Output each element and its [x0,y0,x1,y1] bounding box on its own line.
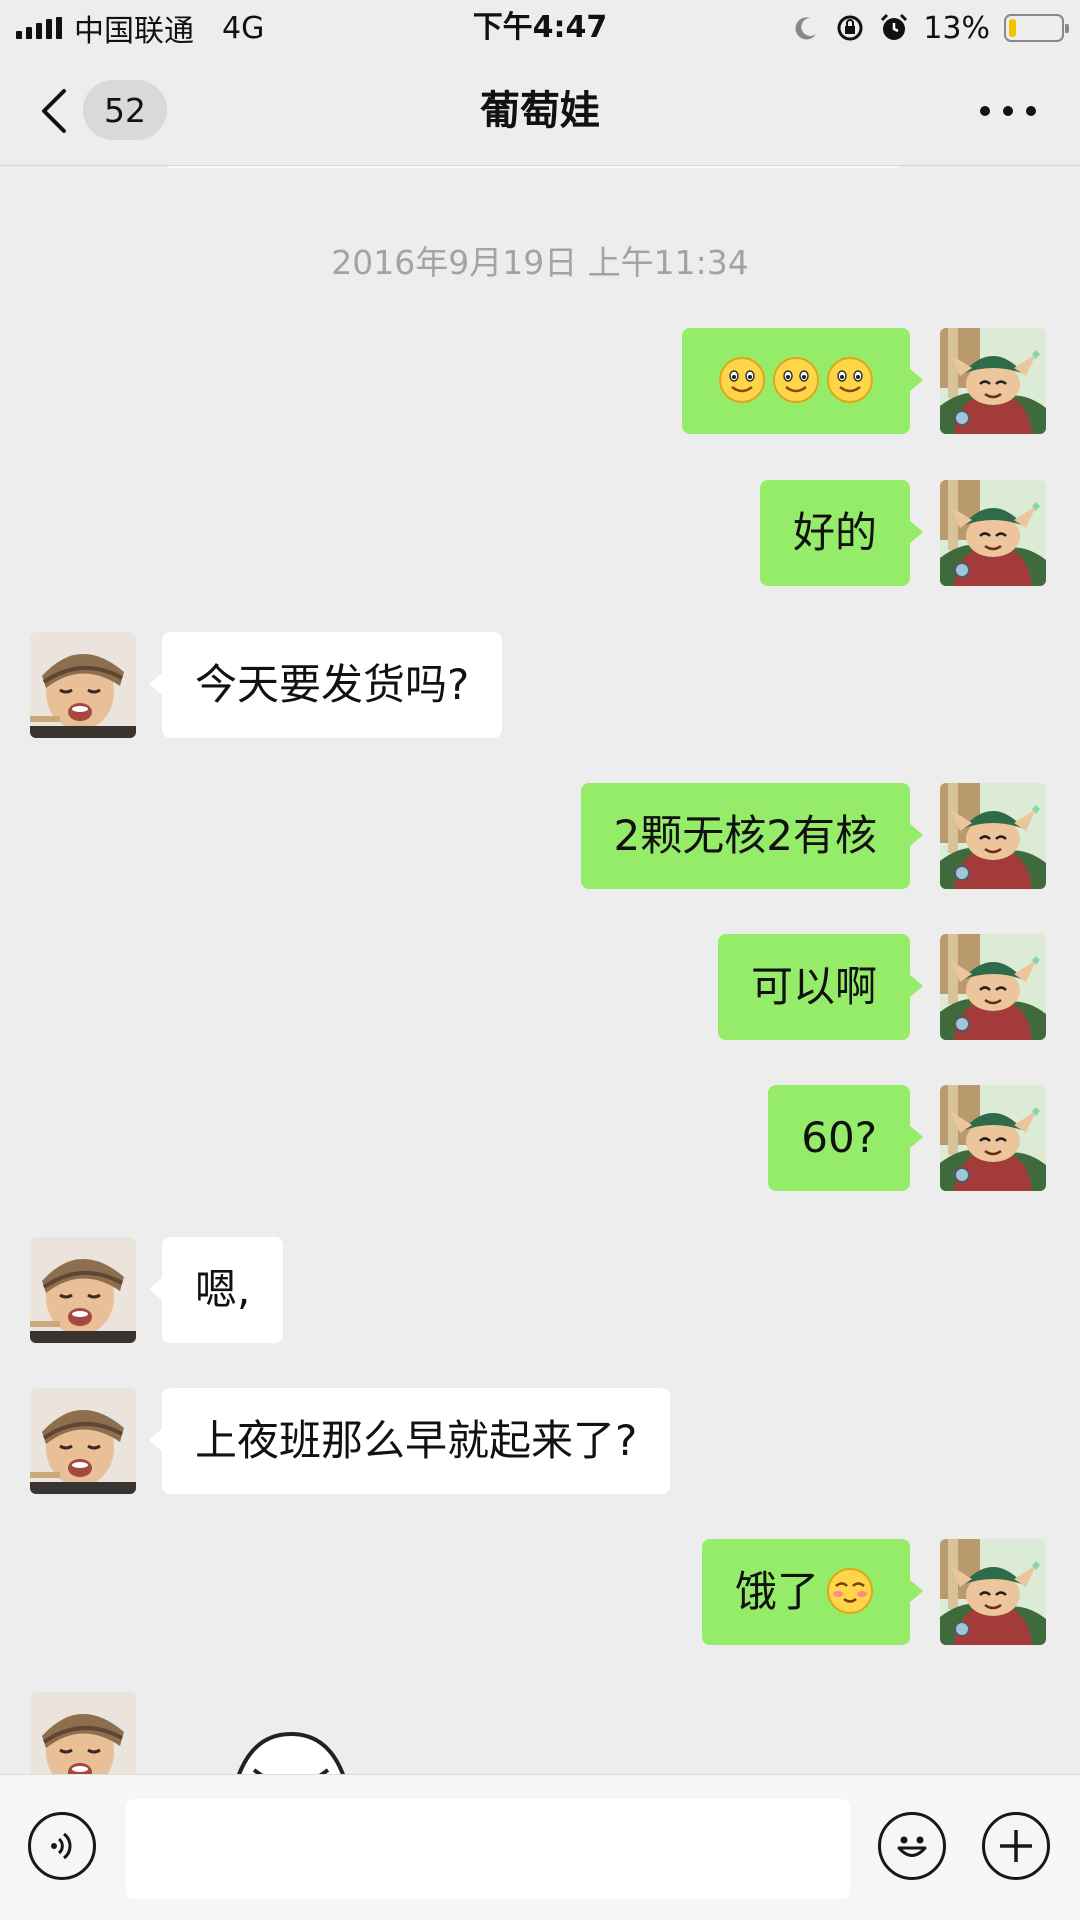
smile-emoji-icon [771,355,821,405]
emoji-button[interactable] [878,1812,946,1880]
message-bubble[interactable]: 嗯, [148,1237,284,1343]
more-icon-dot [1026,106,1036,116]
input-bar [0,1774,1080,1920]
rotation-lock-icon [835,13,865,43]
message-bubble[interactable]: 2颗无核2有核 [580,783,924,889]
message-bubble[interactable] [682,328,923,434]
contact-avatar[interactable] [30,1692,136,1774]
self-avatar[interactable] [940,1085,1046,1191]
message-bubble[interactable]: 好的 [759,480,924,586]
self-avatar[interactable] [940,328,1046,434]
more-icon-dot [1003,106,1013,116]
message-text: 饿了 [734,1567,819,1616]
voice-icon [51,1832,72,1860]
blush-emoji-icon [825,1566,875,1616]
status-bar: 中国联通 4G 下午4:47 13% [0,0,1080,56]
self-avatar[interactable] [940,783,1046,889]
smile-emoji-icon [825,355,875,405]
battery-icon [1004,14,1069,42]
message-bubble[interactable]: 可以啊 [717,934,924,1040]
contact-avatar[interactable] [30,1388,136,1494]
more-button[interactable] [980,82,1036,140]
battery-level-fill [1009,19,1016,37]
laughing-ghost-sticker-icon[interactable] [218,1710,364,1774]
more-icon [980,106,990,116]
contact-avatar[interactable] [30,1237,136,1343]
alarm-icon [879,13,909,43]
battery-percent: 13% [923,10,990,46]
unread-count-badge[interactable]: 52 [83,80,167,140]
smile-emoji-icon [717,355,767,405]
message-input[interactable] [126,1799,850,1899]
self-avatar[interactable] [940,934,1046,1040]
message-bubble[interactable]: 饿了 [701,1539,924,1645]
message-list[interactable]: 2016年9月19日 上午11:34 好的 今天要发货吗? 2颗无核2有核 可以… [0,170,1080,1774]
self-avatar[interactable] [940,480,1046,586]
message-timestamp: 2016年9月19日 上午11:34 [331,243,749,282]
more-functions-button[interactable] [982,1812,1050,1880]
self-avatar[interactable] [940,1539,1046,1645]
header-divider [168,166,898,168]
message-bubble[interactable]: 今天要发货吗? [148,632,503,738]
emoji-icon [897,1836,927,1857]
voice-button[interactable] [28,1812,96,1880]
message-bubble[interactable]: 上夜班那么早就起来了? [148,1388,671,1494]
contact-avatar[interactable] [30,632,136,738]
plus-icon [1000,1830,1032,1862]
back-button[interactable] [34,82,74,140]
moon-icon [791,13,821,43]
back-chevron-icon [42,89,66,133]
message-bubble[interactable]: 60? [768,1085,923,1191]
chat-header: 52 葡萄娃 [0,56,1080,166]
